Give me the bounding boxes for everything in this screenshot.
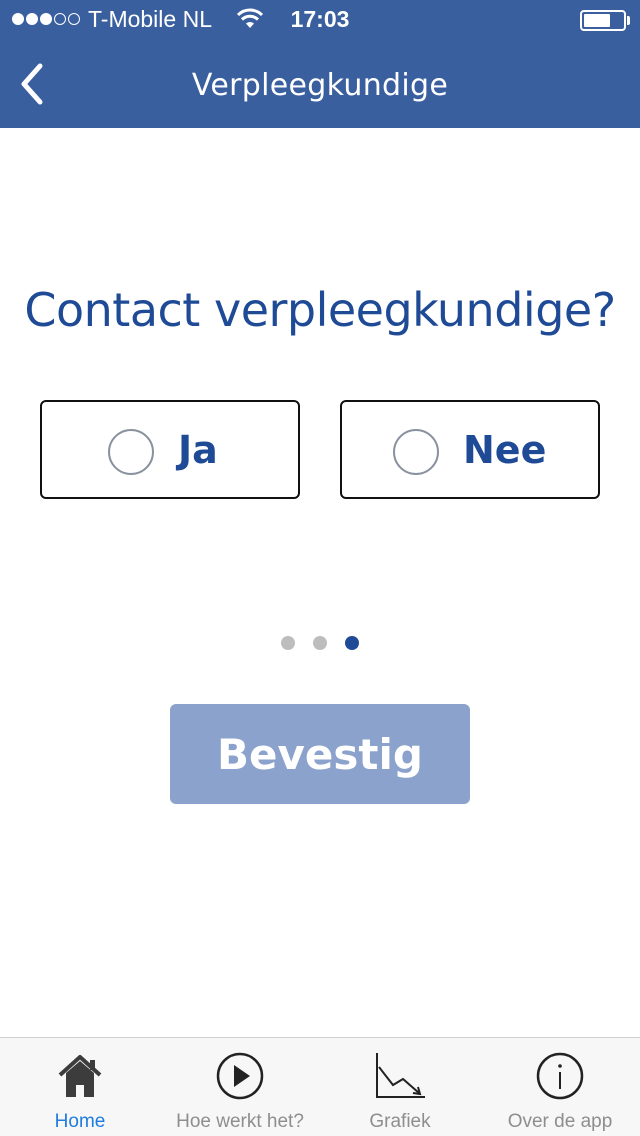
home-icon: [50, 1050, 110, 1102]
tab-label: Home: [54, 1111, 106, 1132]
tab-label: Over de app: [507, 1111, 613, 1132]
status-time: 17:03: [290, 6, 350, 32]
app-header: T-Mobile NL 17:03 Verpleegkundige: [0, 0, 640, 128]
option-label: Nee: [463, 428, 547, 472]
tab-how-it-works[interactable]: Hoe werkt het?: [160, 1038, 320, 1136]
battery-level: [584, 14, 610, 27]
radio-unchecked-icon[interactable]: [393, 429, 439, 475]
page-dot: [281, 636, 295, 650]
info-icon: [530, 1050, 590, 1102]
tab-about[interactable]: Over de app: [480, 1038, 640, 1136]
tab-bar: Home Hoe werkt het? Grafiek Over de app: [0, 1037, 640, 1136]
play-icon: [210, 1050, 270, 1102]
option-label: Ja: [178, 428, 218, 472]
page-dot: [313, 636, 327, 650]
tab-label: Grafiek: [369, 1111, 431, 1132]
page-title: Verpleegkundige: [191, 68, 449, 103]
option-nee-button[interactable]: Nee: [340, 400, 600, 499]
radio-unchecked-icon[interactable]: [108, 429, 154, 475]
battery-icon: [580, 10, 626, 31]
tab-label: Hoe werkt het?: [176, 1111, 304, 1132]
page-dot-active: [345, 636, 359, 650]
confirm-button[interactable]: Bevestig: [170, 704, 470, 804]
option-ja-button[interactable]: Ja: [40, 400, 300, 499]
tab-chart[interactable]: Grafiek: [320, 1038, 480, 1136]
tab-home[interactable]: Home: [0, 1038, 160, 1136]
battery-tip: [627, 16, 630, 25]
status-bar: T-Mobile NL 17:03: [0, 0, 640, 40]
question-text: Contact verpleegkundige?: [24, 283, 616, 337]
page-indicator: [0, 636, 640, 650]
chart-icon: [370, 1050, 430, 1102]
